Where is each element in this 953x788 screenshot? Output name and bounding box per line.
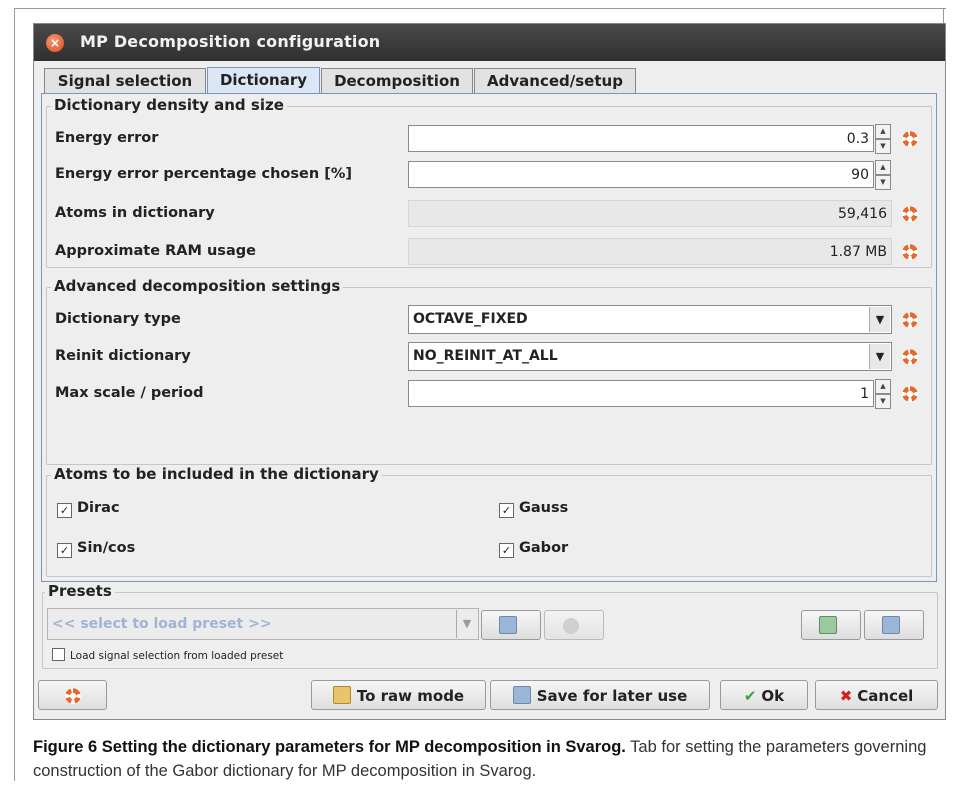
energy-pct-spinner[interactable]: ▲ ▼ (875, 160, 891, 190)
import-icon (819, 616, 837, 634)
reinit-label: Reinit dictionary (55, 348, 191, 364)
load-signal-label: Load signal selection from loaded preset (70, 650, 284, 662)
title-bar[interactable]: × MP Decomposition configuration (34, 24, 945, 61)
atoms-group-title: Atoms to be included in the dictionary (51, 465, 382, 483)
raw-mode-label: To raw mode (356, 687, 465, 705)
gauss-checkbox[interactable]: ✓ Gauss (499, 500, 568, 518)
spin-up-icon[interactable]: ▲ (875, 124, 891, 139)
gabor-checkbox[interactable]: ✓ Gabor (499, 540, 568, 558)
export-icon (882, 616, 900, 634)
help-icon (64, 688, 81, 704)
dictionary-type-value: OCTAVE_FIXED (413, 311, 528, 327)
save-later-label: Save for later use (536, 687, 688, 705)
spin-up-icon[interactable]: ▲ (875, 379, 891, 394)
presets-title: Presets (45, 582, 115, 600)
advanced-group-title: Advanced decomposition settings (51, 277, 344, 295)
caption-bold: Figure 6 Setting the dictionary paramete… (33, 738, 626, 756)
checkbox-checked-icon: ✓ (57, 543, 72, 558)
chevron-down-icon[interactable]: ▼ (869, 344, 890, 369)
import-preset-button[interactable] (801, 610, 861, 640)
checkbox-unchecked-icon (52, 648, 65, 661)
max-scale-label: Max scale / period (55, 385, 204, 401)
atoms-value: 59,416 (408, 200, 892, 227)
help-icon[interactable] (902, 244, 918, 260)
raw-mode-icon (332, 686, 351, 704)
dirac-label: Dirac (77, 500, 120, 516)
ram-value: 1.87 MB (408, 238, 892, 265)
save-icon (512, 686, 531, 704)
tab-signal-selection[interactable]: Signal selection (44, 68, 206, 93)
energy-error-field[interactable]: 0.3 (408, 125, 874, 152)
reinit-select[interactable]: NO_REINIT_AT_ALL ▼ (408, 342, 892, 371)
gabor-label: Gabor (519, 540, 569, 556)
help-icon[interactable] (902, 349, 918, 365)
help-icon[interactable] (902, 386, 918, 402)
atoms-group: Atoms to be included in the dictionary (46, 465, 932, 577)
save-later-button[interactable]: Save for later use (490, 680, 710, 710)
load-signal-checkbox[interactable]: Load signal selection from loaded preset (52, 648, 283, 662)
help-icon[interactable] (902, 131, 918, 147)
tab-decomposition[interactable]: Decomposition (321, 68, 473, 93)
chevron-down-icon[interactable]: ▼ (456, 610, 477, 638)
sincos-label: Sin/cos (77, 540, 136, 556)
remove-icon (563, 618, 579, 634)
tab-dictionary[interactable]: Dictionary (207, 67, 320, 94)
chevron-down-icon[interactable]: ▼ (869, 307, 890, 332)
density-group-title: Dictionary density and size (51, 96, 287, 114)
spin-down-icon[interactable]: ▼ (875, 139, 891, 154)
close-button[interactable]: × (46, 34, 64, 52)
export-preset-button[interactable] (864, 610, 924, 640)
help-icon[interactable] (902, 206, 918, 222)
load-file-icon (499, 616, 517, 634)
ram-label: Approximate RAM usage (55, 243, 256, 259)
energy-error-spinner[interactable]: ▲ ▼ (875, 124, 891, 154)
max-scale-spinner[interactable]: ▲ ▼ (875, 379, 891, 409)
max-scale-field[interactable]: 1 (408, 380, 874, 407)
preset-placeholder: << select to load preset >> (52, 616, 272, 632)
help-button[interactable] (38, 680, 107, 710)
sincos-checkbox[interactable]: ✓ Sin/cos (57, 540, 135, 558)
dialog-window: × MP Decomposition configuration Signal … (33, 23, 946, 720)
spin-down-icon[interactable]: ▼ (875, 394, 891, 409)
dictionary-type-select[interactable]: OCTAVE_FIXED ▼ (408, 305, 892, 334)
checkbox-checked-icon: ✓ (499, 503, 514, 518)
cancel-x-icon: ✖ (839, 687, 853, 705)
tab-advanced-setup[interactable]: Advanced/setup (474, 68, 636, 93)
reinit-value: NO_REINIT_AT_ALL (413, 348, 558, 364)
dictionary-panel: Dictionary density and size Energy error… (41, 93, 937, 582)
help-icon[interactable] (902, 312, 918, 328)
energy-pct-field[interactable]: 90 (408, 161, 874, 188)
dictionary-type-label: Dictionary type (55, 311, 181, 327)
gauss-label: Gauss (519, 500, 569, 516)
remove-preset-button[interactable] (544, 610, 604, 640)
checkbox-checked-icon: ✓ (57, 503, 72, 518)
energy-error-label: Energy error (55, 130, 159, 146)
spin-down-icon[interactable]: ▼ (875, 175, 891, 190)
load-preset-button[interactable] (481, 610, 541, 640)
ok-label: Ok (761, 687, 785, 705)
cancel-button[interactable]: ✖ Cancel (815, 680, 938, 710)
check-icon: ✔ (743, 687, 757, 705)
ok-button[interactable]: ✔ Ok (720, 680, 808, 710)
preset-select[interactable]: << select to load preset >> ▼ (47, 608, 479, 640)
raw-mode-button[interactable]: To raw mode (311, 680, 486, 710)
cancel-label: Cancel (857, 687, 914, 705)
spin-up-icon[interactable]: ▲ (875, 160, 891, 175)
checkbox-checked-icon: ✓ (499, 543, 514, 558)
atoms-label: Atoms in dictionary (55, 205, 215, 221)
window-title: MP Decomposition configuration (80, 32, 381, 51)
figure-caption: Figure 6 Setting the dictionary paramete… (33, 735, 933, 783)
energy-pct-label: Energy error percentage chosen [%] (55, 166, 352, 182)
dirac-checkbox[interactable]: ✓ Dirac (57, 500, 120, 518)
